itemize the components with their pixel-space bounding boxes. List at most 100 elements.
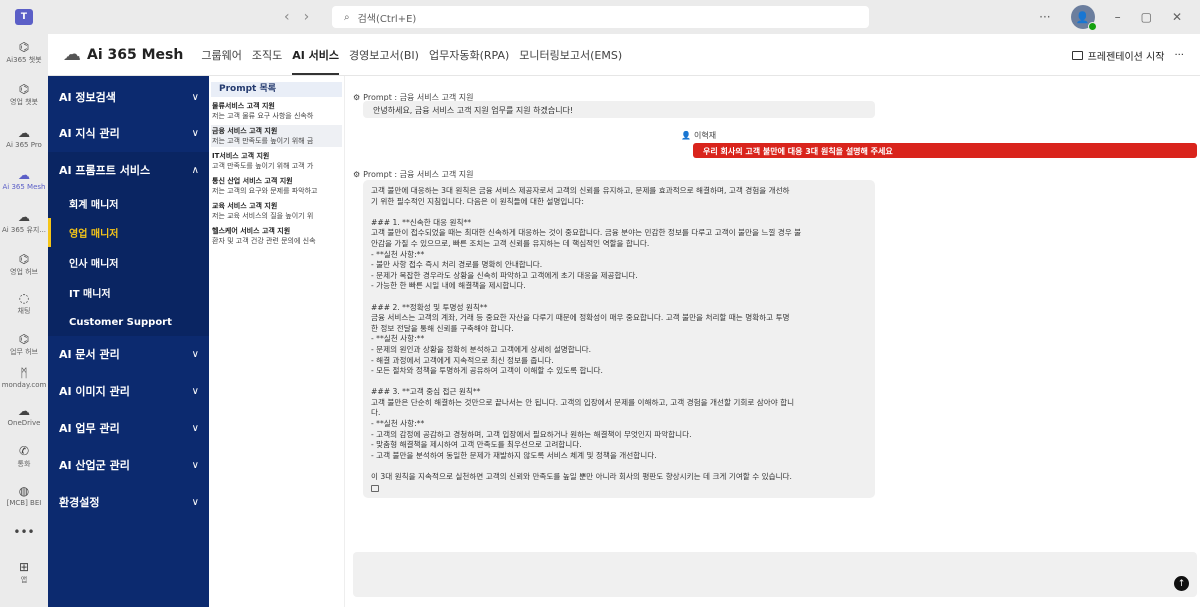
- chevron-icon: ∨: [191, 127, 199, 139]
- cloud-icon: ☁: [18, 126, 30, 140]
- submenu-item[interactable]: IT 매니저: [48, 278, 209, 307]
- present-button[interactable]: 프레젠테이션 시작: [1071, 48, 1164, 63]
- rail-item[interactable]: ✆ 통화: [0, 444, 48, 476]
- menu-item[interactable]: AI 문서 관리 ∨: [48, 336, 209, 372]
- answer-line: - 해결 과정에서 고객에게 지속적으로 최신 정보를 줍니다.: [371, 355, 554, 365]
- tab-item[interactable]: 그룹웨어: [201, 35, 241, 75]
- rail-item-label: 앱: [20, 576, 28, 584]
- menu-item[interactable]: AI 지식 관리 ∨: [48, 115, 209, 151]
- chat-area: ⚙ Prompt : 금융 서비스 고객 지원 안녕하세요, 금융 서비스 고객…: [345, 76, 1200, 607]
- tab-item[interactable]: 조직도: [252, 35, 282, 75]
- back-arrow-icon[interactable]: ‹: [284, 9, 290, 25]
- menu-item-label: AI 산업군 관리: [59, 459, 130, 472]
- rail-item[interactable]: ⌬ 영업 허브: [0, 252, 48, 284]
- side-menu: AI 정보검색 ∨ AI 지식 관리 ∨ AI 프롬프트 서비스 ∧ AI 문서 관리 ∨ AI…: [48, 76, 209, 607]
- menu-item[interactable]: AI 정보검색 ∨: [48, 79, 209, 115]
- answer-line: ### 3. **고객 중심 접근 원칙**: [371, 387, 481, 397]
- chevron-icon: ∨: [191, 496, 199, 508]
- monday-icon: ᛗ: [20, 366, 28, 380]
- rail-item[interactable]: ☁ OneDrive: [0, 404, 48, 436]
- prompt-item-desc: 저는 고객의 요구와 문제를 파악하고: [212, 187, 318, 195]
- bot-icon: ⚙: [353, 170, 361, 179]
- rail-item[interactable]: ◌ 채팅: [0, 291, 48, 323]
- avatar[interactable]: 👤: [1070, 5, 1097, 31]
- rail-item[interactable]: ⌬ 업무 허브: [0, 332, 48, 364]
- bot-icon: ⌬: [18, 332, 30, 346]
- submenu-item[interactable]: 인사 매니저: [48, 248, 209, 277]
- menu-item-label: AI 정보검색: [59, 91, 116, 104]
- answer-spacer: [371, 377, 867, 388]
- menu-item[interactable]: AI 업무 관리 ∨: [48, 410, 209, 446]
- prompt-item[interactable]: 통신 산업 서비스 고객 지원저는 고객의 요구와 문제를 파악하고: [211, 175, 342, 197]
- prompt-item[interactable]: IT서비스 고객 지원고객 만족도를 높이기 위해 고객 가: [211, 150, 342, 172]
- prompt-item[interactable]: 헬스케어 서비스 고객 지원 환자 및 고객 건강 관련 문의에 신속: [211, 225, 342, 247]
- prompt-item-title: IT서비스 고객 지원: [212, 152, 270, 160]
- window-controls: ··· 👤 – ▢ ✕: [1039, 0, 1200, 34]
- rail-item[interactable]: ⌬ Ai365 챗봇: [0, 40, 48, 72]
- rail-item[interactable]: ⌬ 영업 챗봇: [0, 82, 48, 114]
- rail-item-label: OneDrive: [7, 419, 41, 427]
- answer-spacer: [371, 461, 867, 472]
- close-button[interactable]: ✕: [1172, 10, 1182, 24]
- prompt-item[interactable]: 금융 서비스 고객 지원 저는 고객 만족도를 높이기 위해 금: [211, 125, 342, 147]
- top-nav-tabs: 그룹웨어 조직도 AI 서비스 경영보고서(BI) 업무자동화(RPA) 모니터링보고서(…: [201, 35, 622, 75]
- prompt-item-title: 통신 산업 서비스 고객 지원: [212, 177, 293, 185]
- bot-icon: ⌬: [18, 252, 30, 266]
- rail-item-label: 업무 허브: [10, 348, 38, 356]
- rail-item[interactable]: ᛗ monday.com: [0, 366, 48, 398]
- restore-button[interactable]: ▢: [1141, 10, 1152, 24]
- brand[interactable]: ☁ Ai 365 Mesh: [63, 44, 183, 65]
- submenu-item[interactable]: 영업 매니저: [48, 218, 209, 247]
- answer-line: ### 1. **신속한 대응 원칙**: [371, 217, 472, 227]
- search-icon: ⌕: [344, 11, 350, 23]
- answer-line: 고객 불만에 대응하는 3대 원칙은 금융 서비스 제공자로서 고객의 신뢰를 …: [371, 186, 790, 195]
- chevron-icon: ∨: [191, 91, 199, 103]
- tab-item[interactable]: 업무자동화(RPA): [429, 35, 509, 75]
- forward-arrow-icon[interactable]: ›: [304, 9, 310, 25]
- menu-item[interactable]: AI 프롬프트 서비스 ∧: [48, 152, 209, 188]
- submenu-item[interactable]: 회계 매니저: [48, 189, 209, 218]
- menu-item-label: AI 지식 관리: [59, 127, 120, 140]
- send-button[interactable]: ↑: [1174, 576, 1189, 591]
- rail-item-label: Ai365 챗봇: [6, 56, 42, 64]
- tab-item[interactable]: AI 서비스: [292, 35, 339, 75]
- submenu-item[interactable]: Customer Support: [48, 308, 209, 337]
- answer-line: ### 2. **정확성 및 투명성 원칙**: [371, 302, 488, 312]
- menu-item[interactable]: AI 이미지 관리 ∨: [48, 373, 209, 409]
- header-more-icon[interactable]: ···: [1174, 50, 1184, 61]
- app-header: ☁ Ai 365 Mesh 그룹웨어 조직도 AI 서비스 경영보고서(BI) 업무자동…: [48, 34, 1200, 76]
- menu-item[interactable]: 환경설정 ∨: [48, 484, 209, 520]
- answer-line: 고객 불만은 단순히 해결하는 것만으로 끝나서는 안 됩니다. 고객의 입장에…: [371, 397, 795, 407]
- rail-item[interactable]: ☁ Ai 365 Mesh: [0, 168, 48, 200]
- prompt-item-title: 교육 서비스 고객 지원: [212, 202, 278, 210]
- bot-icon: ⌬: [18, 40, 30, 54]
- rail-item[interactable]: •••: [0, 525, 48, 557]
- greeting-bubble: 안녕하세요, 금융 서비스 고객 지원 업무를 지원 하겠습니다!: [363, 101, 875, 118]
- copy-icon[interactable]: [371, 484, 379, 492]
- message-input[interactable]: ↑: [353, 552, 1197, 597]
- menu-item-label: AI 프롬프트 서비스: [59, 164, 151, 177]
- answer-line: - **실천 사항:**: [371, 334, 425, 344]
- rail-item[interactable]: ⊞ 앱: [0, 560, 48, 592]
- prompt-item-desc: 고객 만족도를 높이기 위해 고객 가: [212, 162, 314, 170]
- tab-item[interactable]: 모니터링보고서(EMS): [519, 35, 622, 75]
- presence-badge: [1087, 22, 1097, 31]
- search-input[interactable]: ⌕ 검색(Ctrl+E): [332, 6, 869, 28]
- prompt-label: Prompt : 금융 서비스 고객 지원: [363, 170, 474, 179]
- menu-item[interactable]: AI 산업군 관리 ∨: [48, 447, 209, 483]
- rail-item[interactable]: ☁ Ai 365 Pro: [0, 126, 48, 158]
- answer-line: - 고객의 감정에 공감하고 경청하며, 고객 입장에서 필요하거나 원하는 해…: [371, 429, 692, 439]
- rail-item[interactable]: ☁ Ai 365 유지...: [0, 210, 48, 242]
- search-placeholder: 검색(Ctrl+E): [357, 13, 417, 25]
- prompt-item[interactable]: 교육 서비스 고객 지원 저는 교육 서비스의 질을 높이기 위: [211, 200, 342, 222]
- chevron-icon: ∨: [191, 459, 199, 471]
- menu-item-label: AI 업무 관리: [59, 422, 120, 435]
- more-icon[interactable]: ···: [1039, 10, 1050, 24]
- answer-line: - 불만 사항 접수 즉시 처리 경로를 명확히 안내합니다.: [371, 260, 543, 270]
- prompt-item[interactable]: 물류서비스 고객 지원 저는 고객 물류 요구 사항을 신속하: [211, 100, 342, 122]
- rail-item-label: monday.com: [1, 381, 47, 389]
- minimize-button[interactable]: –: [1115, 10, 1121, 24]
- answer-line: - **실천 사항:**: [371, 249, 425, 259]
- tab-item[interactable]: 경영보고서(BI): [349, 35, 419, 75]
- rail-item[interactable]: ◍ [MCB] BEI: [0, 484, 48, 516]
